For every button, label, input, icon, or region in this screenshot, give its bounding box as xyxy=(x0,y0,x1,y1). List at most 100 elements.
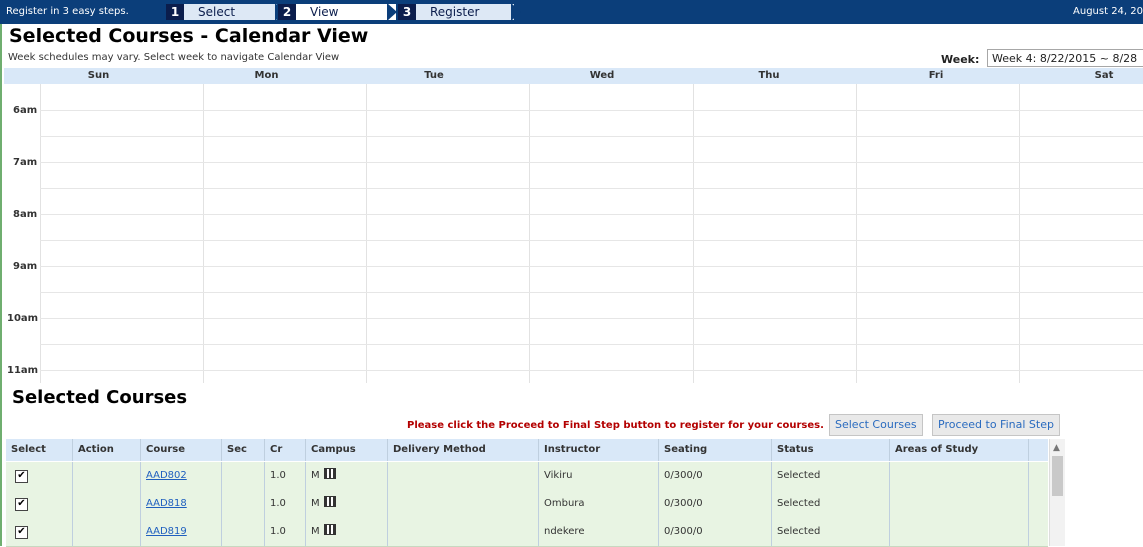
day-header-sun: Sun xyxy=(87,70,110,81)
sec-cell xyxy=(222,462,265,490)
scroll-up-icon[interactable]: ▲ xyxy=(1053,443,1060,453)
table-row: ✔ AAD818 1.0 M Ombura 0/300/0 Selected xyxy=(6,490,1048,519)
week-select[interactable]: Week 4: 8/22/2015 ~ 8/28 xyxy=(987,49,1143,67)
step-view[interactable]: 2 View xyxy=(277,3,397,21)
calendar-grid: Sun Mon Tue Wed Thu Fri Sat 6am 7am 8am … xyxy=(4,68,1143,383)
chevron-right-icon xyxy=(387,3,397,21)
grid-line xyxy=(40,318,1143,319)
select-courses-button[interactable]: Select Courses xyxy=(829,414,923,436)
day-header-fri: Fri xyxy=(928,70,944,81)
step-register[interactable]: 3 Register xyxy=(397,3,515,21)
week-label: Week: xyxy=(941,53,980,66)
col-delivery-method: Delivery Method xyxy=(388,439,539,461)
status-cell: Selected xyxy=(772,462,890,490)
grid-line xyxy=(40,370,1143,371)
grid-line xyxy=(856,84,857,383)
campus-code: M xyxy=(311,498,320,509)
instructor-cell: ndekere xyxy=(539,518,659,546)
grid-line xyxy=(693,84,694,383)
day-header-mon: Mon xyxy=(254,70,279,81)
grid-line xyxy=(40,162,1143,163)
col-course: Course xyxy=(141,439,222,461)
select-checkbox[interactable]: ✔ xyxy=(15,498,28,511)
delivery-cell xyxy=(388,518,539,546)
campus-cell: M xyxy=(306,518,388,546)
grid-line xyxy=(40,84,41,383)
col-sec: Sec xyxy=(222,439,265,461)
sec-cell xyxy=(222,518,265,546)
campus-code: M xyxy=(311,526,320,537)
campus-cell: M xyxy=(306,462,388,490)
col-areas-of-study: Areas of Study xyxy=(890,439,1029,461)
page-title: Selected Courses - Calendar View xyxy=(9,25,369,47)
scrollbar-thumb[interactable] xyxy=(1052,456,1063,496)
select-checkbox[interactable]: ✔ xyxy=(15,470,28,483)
proceed-final-step-button[interactable]: Proceed to Final Step xyxy=(932,414,1060,436)
table-scrollbar[interactable]: ▲ xyxy=(1049,439,1065,546)
grid-line xyxy=(203,84,204,383)
areas-cell xyxy=(890,462,1029,490)
step-number: 3 xyxy=(398,4,416,20)
day-header-thu: Thu xyxy=(758,70,780,81)
campus-code: M xyxy=(311,470,320,481)
status-cell: Selected xyxy=(772,518,890,546)
grid-line xyxy=(1019,84,1020,383)
col-campus: Campus xyxy=(306,439,388,461)
action-cell xyxy=(73,518,141,546)
col-seating: Seating xyxy=(659,439,772,461)
building-icon[interactable] xyxy=(323,496,336,507)
course-link[interactable]: AAD818 xyxy=(146,498,187,509)
hour-label: 8am xyxy=(13,209,38,220)
campus-cell: M xyxy=(306,490,388,518)
top-bar: Register in 3 easy steps. 1 Select 2 Vie… xyxy=(0,0,1143,24)
select-cell: ✔ xyxy=(6,462,73,490)
col-action: Action xyxy=(73,439,141,461)
course-link[interactable]: AAD819 xyxy=(146,526,187,537)
seating-cell: 0/300/0 xyxy=(659,518,772,546)
step-number: 2 xyxy=(278,4,296,20)
register-notice: Please click the Proceed to Final Step b… xyxy=(407,420,824,431)
hour-label: 10am xyxy=(7,313,39,324)
step-wizard: 1 Select 2 View 3 Register xyxy=(165,3,523,21)
course-link[interactable]: AAD802 xyxy=(146,470,187,481)
seating-cell: 0/300/0 xyxy=(659,462,772,490)
col-instructor: Instructor xyxy=(539,439,659,461)
step-select[interactable]: 1 Select xyxy=(165,3,285,21)
table-header: Select Action Course Sec Cr Campus Deliv… xyxy=(6,439,1048,461)
instructor-cell: Ombura xyxy=(539,490,659,518)
building-icon[interactable] xyxy=(323,524,336,535)
step-label: View xyxy=(310,5,339,19)
seating-cell: 0/300/0 xyxy=(659,490,772,518)
steps-caption: Register in 3 easy steps. xyxy=(6,6,129,17)
grid-line xyxy=(40,292,1143,293)
col-select: Select xyxy=(6,439,73,461)
grid-line xyxy=(40,266,1143,267)
page-subtext: Week schedules may vary. Select week to … xyxy=(8,52,340,63)
select-checkbox[interactable]: ✔ xyxy=(15,526,28,539)
grid-line xyxy=(40,188,1143,189)
grid-line xyxy=(40,214,1143,215)
course-cell: AAD802 xyxy=(141,462,222,490)
day-header-tue: Tue xyxy=(424,70,444,81)
delivery-cell xyxy=(388,462,539,490)
building-icon[interactable] xyxy=(323,468,336,479)
sec-cell xyxy=(222,490,265,518)
areas-cell xyxy=(890,518,1029,546)
grid-line xyxy=(366,84,367,383)
course-cell: AAD818 xyxy=(141,490,222,518)
hour-label: 6am xyxy=(13,105,38,116)
grid-line xyxy=(40,240,1143,241)
action-cell xyxy=(73,490,141,518)
areas-cell xyxy=(890,490,1029,518)
hour-label: 11am xyxy=(7,365,39,376)
select-cell: ✔ xyxy=(6,490,73,518)
delivery-cell xyxy=(388,490,539,518)
select-cell: ✔ xyxy=(6,518,73,546)
cr-cell: 1.0 xyxy=(265,490,306,518)
grid-line xyxy=(40,136,1143,137)
course-cell: AAD819 xyxy=(141,518,222,546)
grid-line xyxy=(40,110,1143,111)
grid-line xyxy=(529,84,530,383)
col-cr: Cr xyxy=(265,439,306,461)
action-cell xyxy=(73,462,141,490)
